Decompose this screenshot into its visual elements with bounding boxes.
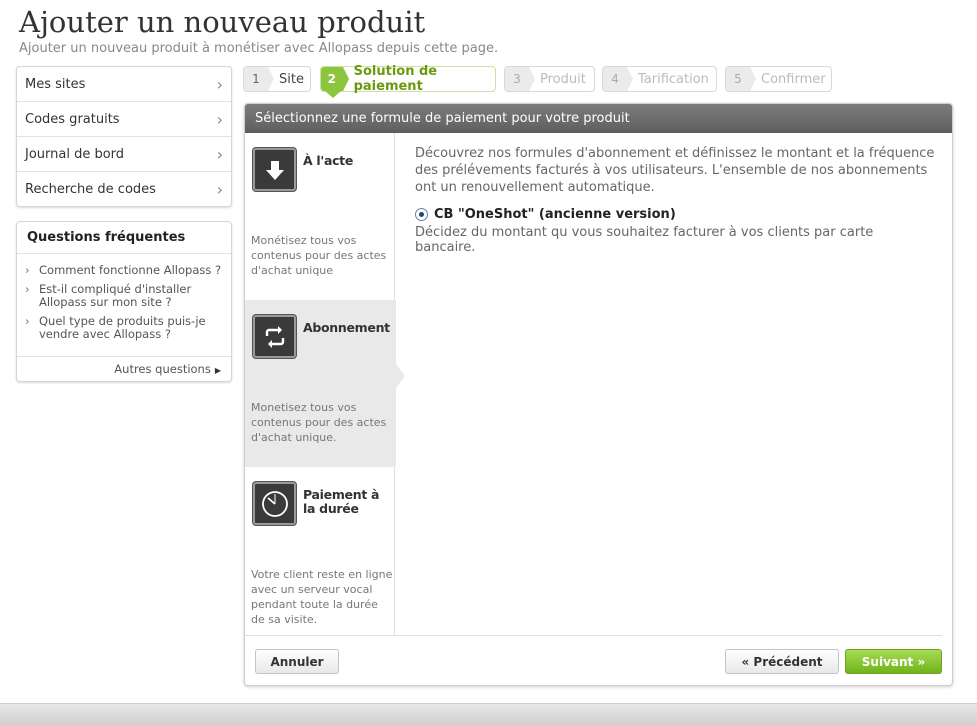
method-description: Votre client reste en ligne avec un serv… <box>251 568 393 626</box>
option-cb-oneshot[interactable]: CB "OneShot" (ancienne version) <box>415 207 935 222</box>
sidebar-item-label: Mes sites <box>25 76 86 92</box>
more-questions-link[interactable]: Autres questions ▶ <box>114 362 221 376</box>
faq-link-label: Est-il compliqué d'installer Allopass su… <box>39 282 192 309</box>
step-number: 3 <box>505 67 535 91</box>
triangle-right-icon: ▶ <box>214 366 221 375</box>
method-a-l-acte[interactable]: À l'acte Monétisez tous vos contenus pou… <box>245 133 395 300</box>
faq-link[interactable]: › Quel type de produits puis-je vendre a… <box>25 315 223 341</box>
page-subtitle: Ajouter un nouveau produit à monétiser a… <box>19 41 499 56</box>
bottom-bar <box>0 703 977 725</box>
faq-link[interactable]: › Est-il compliqué d'installer Allopass … <box>25 283 223 309</box>
chevron-right-icon: › <box>25 314 30 328</box>
sidebar-item-journal-de-bord[interactable]: Journal de bord › <box>17 137 231 172</box>
refresh-icon <box>253 315 296 358</box>
sidebar-item-mes-sites[interactable]: Mes sites › <box>17 67 231 102</box>
step-number: 4 <box>603 67 633 91</box>
method-intro: Découvrez nos formules d'abonnement et d… <box>415 146 935 195</box>
payment-panel: Sélectionnez une formule de paiement pou… <box>244 103 953 686</box>
step-label: Solution de paiement <box>353 64 438 94</box>
faq-link-label: Comment fonctionne Allopass ? <box>39 263 222 277</box>
chevron-right-icon: › <box>216 180 223 199</box>
previous-button[interactable]: « Précédent <box>725 649 839 674</box>
step-number: 2 <box>321 67 349 98</box>
chevron-right-icon: › <box>216 144 223 164</box>
chevron-right-icon: › <box>216 74 223 94</box>
faq-list: › Comment fonctionne Allopass ? › Est-il… <box>17 254 231 341</box>
method-details: Découvrez nos formules d'abonnement et d… <box>415 145 935 255</box>
page-title: Ajouter un nouveau produit <box>19 5 426 39</box>
faq-box: Questions fréquentes › Comment fonctionn… <box>16 221 232 382</box>
download-arrow-icon <box>253 148 296 191</box>
step-site[interactable]: 1 Site <box>243 66 311 92</box>
divider <box>17 356 231 357</box>
next-button[interactable]: Suivant » <box>845 649 942 674</box>
panel-header: Sélectionnez une formule de paiement pou… <box>245 104 952 133</box>
sidebar-nav: Mes sites › Codes gratuits › Journal de … <box>16 66 232 207</box>
panel-footer: Annuler « Précédent Suivant » <box>245 635 952 685</box>
sidebar-item-label: Codes gratuits <box>25 111 120 127</box>
method-title: Paiement à la durée <box>303 487 380 516</box>
step-produit[interactable]: 3 Produit <box>504 66 595 92</box>
clock-icon <box>253 482 296 525</box>
step-tarification[interactable]: 4 Tarification <box>602 66 717 92</box>
divider <box>245 635 942 636</box>
method-abonnement[interactable]: Abonnement Monetisez tous vos contenus p… <box>245 300 405 467</box>
radio-button[interactable] <box>415 208 428 221</box>
step-label: Confirmer <box>761 71 826 87</box>
method-description: Monetisez tous vos contenus pour des act… <box>251 401 387 444</box>
option-description: Décidez du montant qu vous souhaitez fac… <box>415 225 874 255</box>
step-number: 1 <box>244 67 274 91</box>
step-label: Produit <box>540 71 586 87</box>
method-paiement-a-la-duree[interactable]: Paiement à la durée Votre client reste e… <box>245 467 395 634</box>
radio-selected-dot <box>419 212 424 217</box>
sidebar-item-codes-gratuits[interactable]: Codes gratuits › <box>17 102 231 137</box>
step-solution-de-paiement[interactable]: 2 Solution de paiement <box>320 64 496 98</box>
method-title: À l'acte <box>303 153 354 168</box>
faq-link-label: Quel type de produits puis-je vendre ave… <box>39 314 206 341</box>
method-title: Abonnement <box>303 320 390 335</box>
payment-methods-list: À l'acte Monétisez tous vos contenus pou… <box>245 133 405 635</box>
more-questions-label: Autres questions <box>114 362 211 376</box>
method-description: Monétisez tous vos contenus pour des act… <box>251 234 387 277</box>
option-label: CB "OneShot" (ancienne version) <box>434 207 676 222</box>
sidebar-item-recherche-de-codes[interactable]: Recherche de codes › <box>17 172 231 207</box>
step-confirmer[interactable]: 5 Confirmer <box>725 66 832 92</box>
faq-title: Questions fréquentes <box>17 222 231 254</box>
chevron-right-icon: › <box>25 263 30 277</box>
cancel-button[interactable]: Annuler <box>255 649 339 674</box>
faq-link[interactable]: › Comment fonctionne Allopass ? <box>25 264 223 277</box>
chevron-right-icon: › <box>216 109 223 129</box>
chevron-right-icon: › <box>25 282 30 296</box>
step-label: Tarification <box>638 71 709 87</box>
sidebar-item-label: Recherche de codes <box>25 182 156 197</box>
step-number: 5 <box>726 67 756 91</box>
sidebar-item-label: Journal de bord <box>25 146 125 162</box>
